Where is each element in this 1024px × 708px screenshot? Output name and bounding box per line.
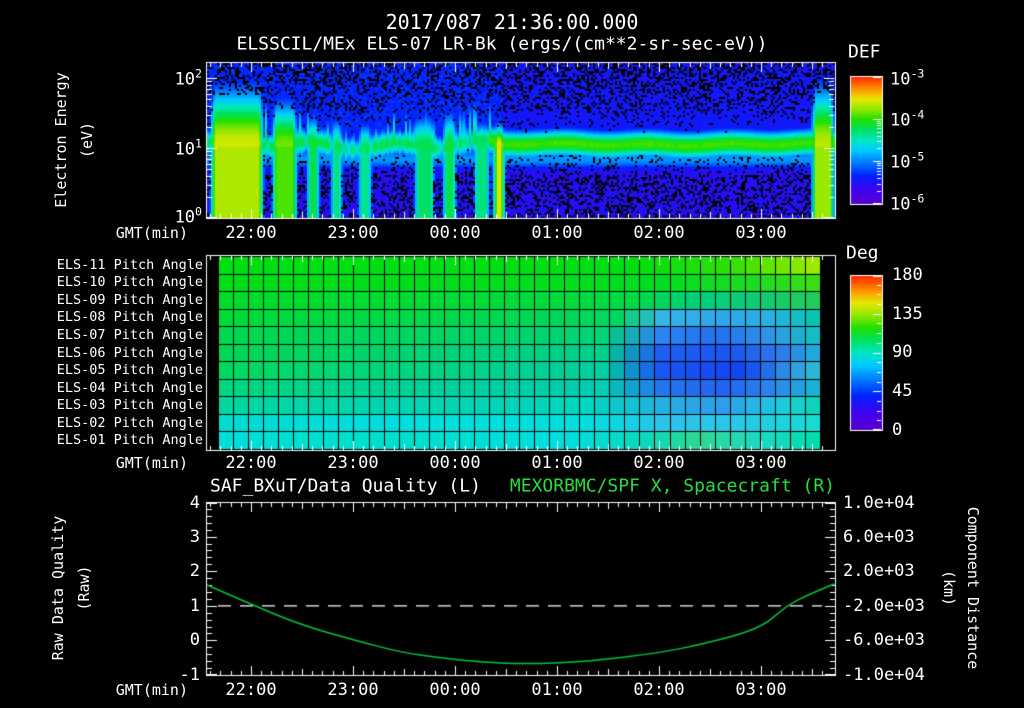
- spectrogram-xtick: 01:00: [531, 223, 583, 243]
- pitch-row-label: ELS-05 Pitch Angle: [56, 362, 203, 378]
- line-left-ytick: 0: [189, 630, 200, 650]
- pitch-xtick: 23:00: [327, 453, 379, 473]
- spectrogram-xtick: 22:00: [225, 223, 277, 243]
- line-left-axis-label: Raw Data Quality: [49, 515, 67, 661]
- deg-colorbar-tick: 180: [892, 265, 923, 285]
- line-right-ytick: 6.0e+03: [843, 527, 915, 547]
- spectrogram-y-axis-label: Electron Energy: [52, 72, 70, 208]
- spectrogram-xtick: 00:00: [429, 223, 481, 243]
- line-left-axis-units: (Raw): [75, 565, 93, 611]
- def-colorbar-tick: 10-4: [890, 107, 925, 131]
- spectrogram-xtick: 03:00: [735, 223, 787, 243]
- line-right-axis-label: Component Distance: [964, 506, 982, 670]
- def-colorbar-tick: 10-6: [890, 191, 925, 215]
- spectrogram-xtick: 02:00: [633, 223, 685, 243]
- line-left-ytick: 3: [189, 527, 200, 547]
- line-right-ytick: -6.0e+03: [843, 630, 925, 650]
- line-right-axis-units: (km): [940, 569, 958, 607]
- pitch-xtick: 02:00: [633, 453, 685, 473]
- pitch-row-label: ELS-09 Pitch Angle: [56, 292, 203, 308]
- page-title: 2017/087 21:36:00.000: [385, 10, 639, 34]
- pitch-row-label: ELS-08 Pitch Angle: [56, 309, 203, 325]
- pitch-row-label: ELS-06 Pitch Angle: [56, 345, 203, 361]
- line-right-ytick: -2.0e+03: [843, 596, 925, 616]
- line-right-ytick: 1.0e+04: [843, 493, 915, 513]
- pitch-xtick: 22:00: [225, 453, 277, 473]
- line-x-axis-label: GMT(min): [115, 681, 188, 699]
- pitch-row-label: ELS-01 Pitch Angle: [56, 432, 203, 448]
- deg-colorbar-tick: 0: [892, 420, 903, 440]
- plot-page: { "title": "2017/087 21:36:00.000", "sub…: [0, 0, 1024, 708]
- line-xtick: 22:00: [225, 680, 277, 700]
- line-xtick: 00:00: [429, 680, 481, 700]
- pitch-row-label: ELS-10 Pitch Angle: [56, 274, 203, 290]
- line-xtick: 03:00: [735, 680, 787, 700]
- pitch-xtick: 00:00: [429, 453, 481, 473]
- def-colorbar-tick: 10-3: [890, 66, 925, 90]
- deg-colorbar-tick: 45: [892, 381, 913, 401]
- line-xtick: 23:00: [327, 680, 379, 700]
- pitch-row-label: ELS-11 Pitch Angle: [56, 257, 203, 273]
- spectrogram-y-axis-units: (eV): [78, 121, 96, 159]
- pitch-row-label: ELS-02 Pitch Angle: [56, 415, 203, 431]
- pitch-row-label: ELS-03 Pitch Angle: [56, 397, 203, 413]
- spectrogram-x-axis-label: GMT(min): [115, 224, 188, 242]
- def-colorbar-tick: 10-5: [890, 149, 925, 173]
- pitch-row-label: ELS-04 Pitch Angle: [56, 380, 203, 396]
- line-left-ytick: 2: [189, 561, 200, 581]
- line-right-ytick: 2.0e+03: [843, 561, 915, 581]
- line-xtick: 01:00: [531, 680, 583, 700]
- deg-colorbar-title: Deg: [846, 242, 879, 264]
- pitch-xtick: 03:00: [735, 453, 787, 473]
- deg-colorbar-tick: 135: [892, 304, 923, 324]
- line-xtick: 02:00: [633, 680, 685, 700]
- spectrogram-xtick: 23:00: [327, 223, 379, 243]
- line-left-ytick: 1: [189, 596, 200, 616]
- spectrogram-ytick-1e1: 101: [174, 136, 202, 160]
- line-right-ytick: -1.0e+04: [843, 665, 925, 685]
- def-colorbar-title: DEF: [848, 41, 881, 63]
- pitch-row-label: ELS-07 Pitch Angle: [56, 327, 203, 343]
- deg-colorbar-tick: 90: [892, 342, 913, 362]
- pitch-xtick: 01:00: [531, 453, 583, 473]
- line-title-left: SAF_BXuT/Data Quality (L): [210, 475, 481, 497]
- pitch-x-axis-label: GMT(min): [115, 454, 188, 472]
- line-left-ytick: 4: [189, 493, 200, 513]
- spectrogram-ytick-1e2: 102: [174, 66, 202, 90]
- line-title-right: MEXORBMC/SPF X, Spacecraft (R): [509, 475, 835, 497]
